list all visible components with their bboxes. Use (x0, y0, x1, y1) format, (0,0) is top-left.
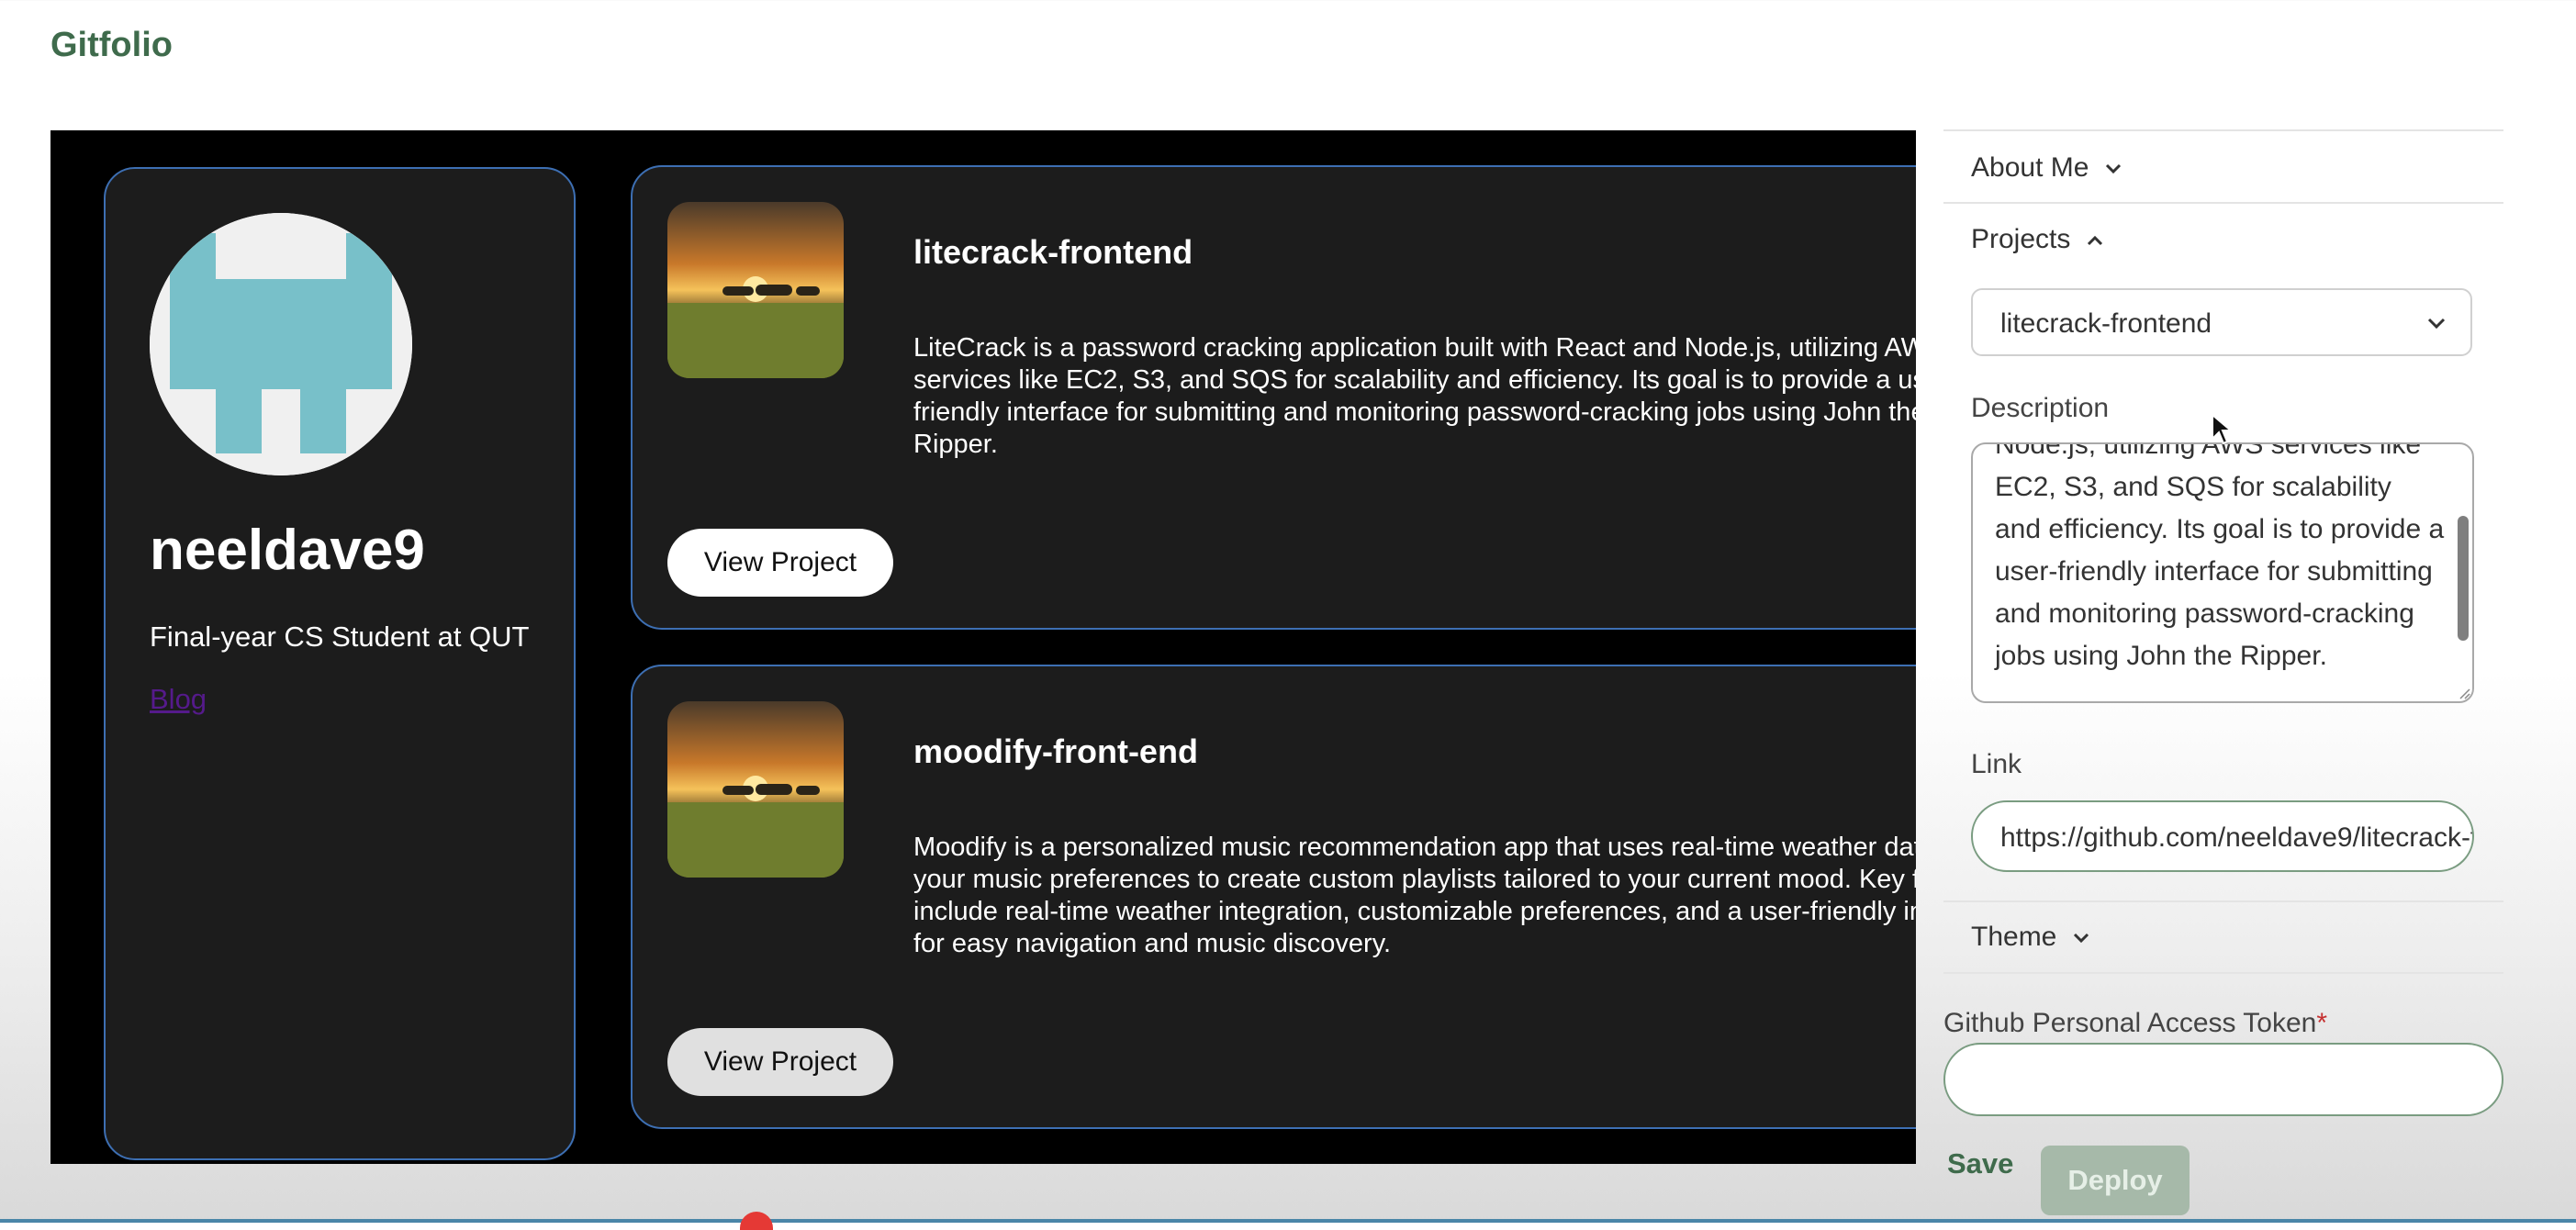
link-input-value: https://github.com/neeldave9/litecrack-f… (2000, 822, 2472, 853)
section-label: About Me (1971, 152, 2089, 183)
token-input[interactable] (1943, 1043, 2503, 1116)
profile-blog-link[interactable]: Blog (150, 683, 207, 716)
project-select[interactable]: litecrack-frontend (1971, 288, 2472, 356)
chevron-down-icon (2073, 934, 2089, 944)
chevron-down-icon (2427, 318, 2446, 330)
landscape-image-icon (667, 701, 844, 878)
token-label-text: Github Personal Access Token (1943, 1008, 2317, 1038)
section-toggle-projects[interactable]: Projects (1971, 224, 2104, 255)
chevron-down-icon (2105, 164, 2121, 174)
divider (1943, 129, 2503, 131)
description-text: Node.js, utilizing AWS services like EC2… (1995, 442, 2445, 671)
landscape-image-icon (667, 202, 844, 378)
section-toggle-about-me[interactable]: About Me (1971, 152, 2122, 184)
deploy-button[interactable]: Deploy (2041, 1146, 2190, 1215)
textarea-scrollbar[interactable] (2458, 516, 2469, 641)
required-asterisk: * (2316, 1008, 2328, 1038)
save-button[interactable]: Save (1947, 1147, 2013, 1180)
project-description: LiteCrack is a password cracking applica… (913, 333, 1916, 459)
recording-indicator-icon (740, 1212, 773, 1230)
project-thumbnail (667, 202, 844, 378)
divider (1943, 900, 2503, 902)
avatar (150, 213, 412, 475)
view-project-button[interactable]: View Project (667, 1028, 893, 1096)
profile-card: neeldave9 Final-year CS Student at QUT B… (104, 167, 576, 1160)
chevron-up-icon (2087, 235, 2102, 246)
resize-handle-icon[interactable] (2458, 687, 2470, 699)
profile-bio: Final-year CS Student at QUT (150, 621, 530, 653)
project-title: moodify-front-end (913, 732, 1198, 770)
section-label: Theme (1971, 922, 2057, 952)
portfolio-preview: neeldave9 Final-year CS Student at QUT B… (50, 130, 1916, 1164)
project-description: Moodify is a personalized music recommen… (913, 833, 1916, 958)
section-label: Projects (1971, 224, 2071, 254)
link-label: Link (1971, 749, 2022, 779)
project-select-value: litecrack-frontend (2000, 308, 2212, 339)
window-bottom-edge (0, 1219, 2576, 1223)
project-title: litecrack-frontend (913, 233, 1193, 271)
divider (1943, 202, 2503, 204)
link-input[interactable]: https://github.com/neeldave9/litecrack-f… (1971, 800, 2474, 872)
mouse-cursor-icon (2212, 413, 2233, 445)
project-card: moodify-front-end Moodify is a personali… (631, 665, 1916, 1129)
profile-username: neeldave9 (150, 519, 425, 582)
section-toggle-theme[interactable]: Theme (1971, 922, 2090, 953)
description-label: Description (1971, 393, 2110, 423)
description-textarea[interactable]: Node.js, utilizing AWS services like EC2… (1971, 442, 2474, 703)
divider (1943, 972, 2503, 974)
editor-panel: About Me Projects litecrack-frontend Des… (1916, 0, 2576, 1223)
project-card: litecrack-frontend LiteCrack is a passwo… (631, 165, 1916, 630)
identicon-avatar-icon (150, 213, 412, 475)
app-brand: Gitfolio (50, 26, 173, 64)
view-project-button[interactable]: View Project (667, 529, 893, 597)
project-thumbnail (667, 701, 844, 878)
token-label: Github Personal Access Token* (1943, 1008, 2327, 1039)
